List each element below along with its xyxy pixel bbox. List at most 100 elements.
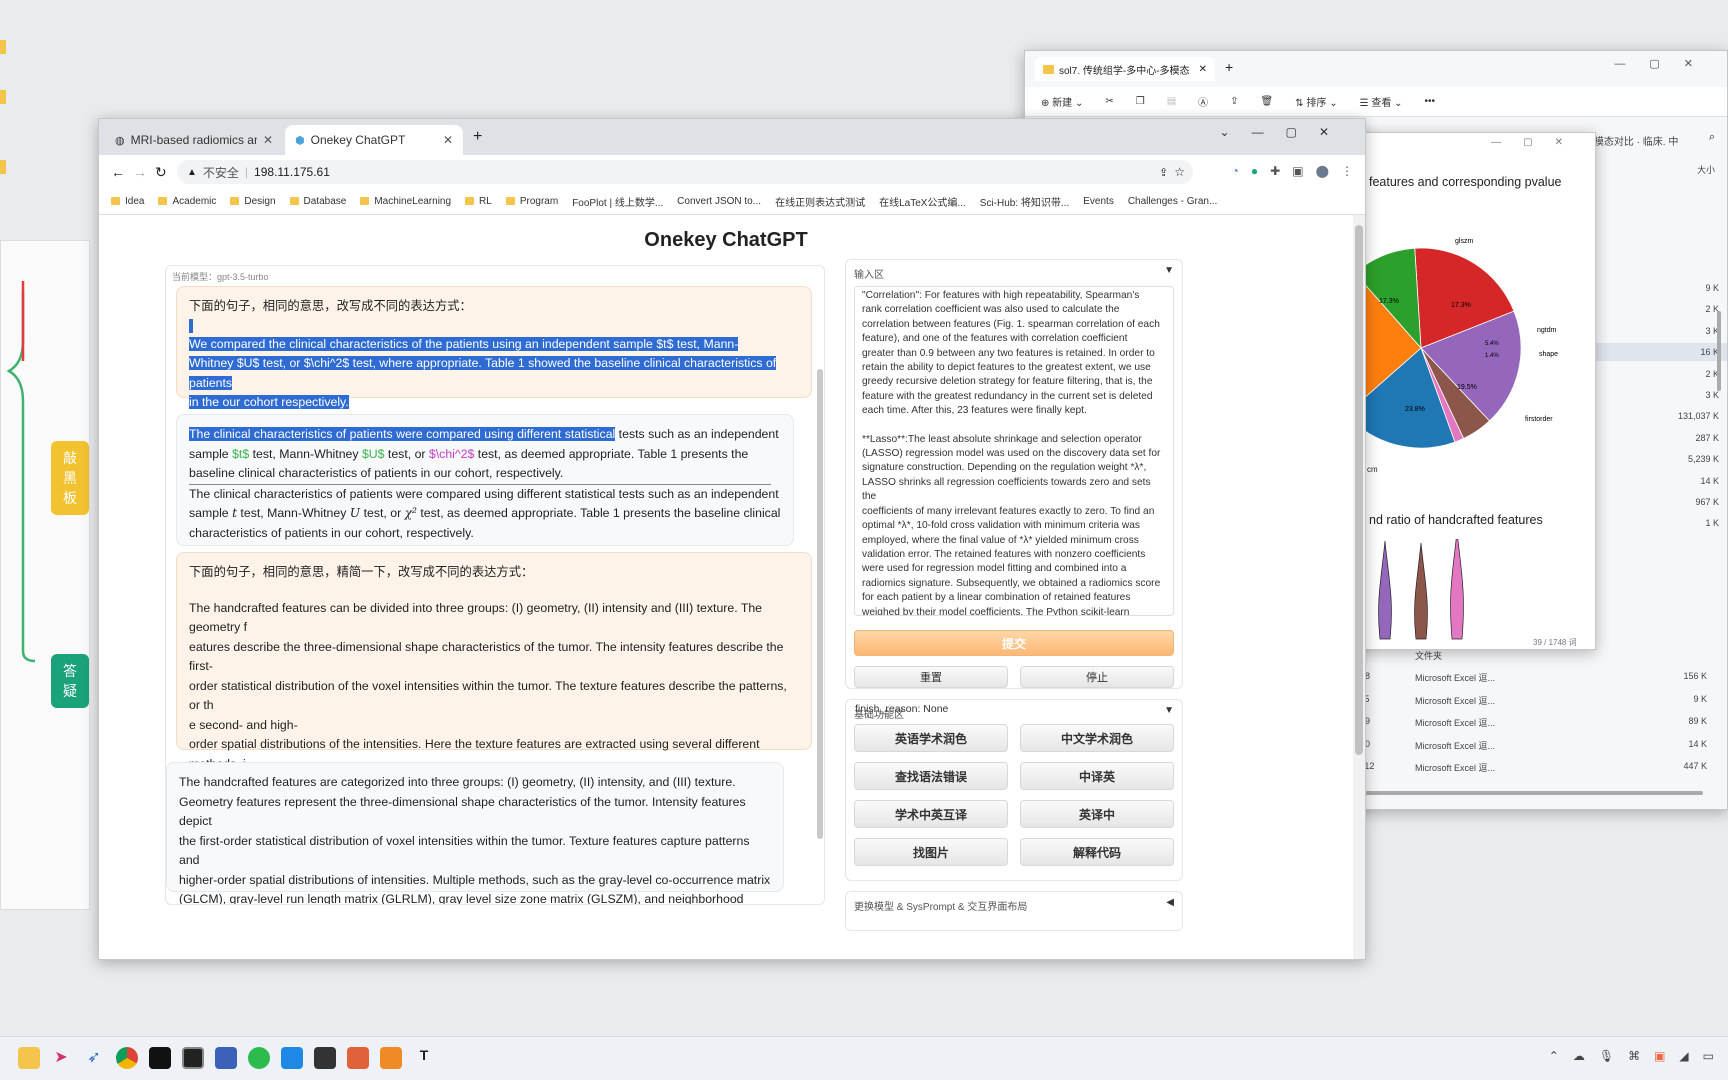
terminal-app-icon[interactable] <box>182 1047 204 1069</box>
text-line: employed, where the final value of *λ* y… <box>862 534 1139 546</box>
pointer-app-icon[interactable]: ➤ <box>50 1047 72 1069</box>
selected-text[interactable]: The clinical characteristics of patients… <box>189 427 616 441</box>
app-icon[interactable] <box>215 1047 237 1069</box>
menu-icon[interactable]: ⋮ <box>1341 164 1353 178</box>
sublime-icon[interactable] <box>380 1047 402 1069</box>
star-icon[interactable]: ☆ <box>1174 165 1185 179</box>
text-line: (GLCM), gray-level run length matrix (GL… <box>179 892 744 905</box>
bookmark-item[interactable]: FooPlot | 线上数学... <box>572 194 663 209</box>
bookmark-item[interactable]: Program <box>506 196 558 207</box>
app-icon[interactable] <box>281 1047 303 1069</box>
stop-button[interactable]: 停止 <box>1020 666 1174 688</box>
battery-icon[interactable]: ▭ <box>1703 1049 1714 1063</box>
vertical-scrollbar[interactable] <box>1717 311 1721 391</box>
url-field[interactable]: ▲ 不安全 | 198.11.175.61 ⇪ ☆ <box>177 160 1193 184</box>
extension-icon[interactable]: ◔ <box>1232 164 1239 178</box>
chat-scrollbar[interactable] <box>817 369 823 839</box>
function-button[interactable]: 学术中英互译 <box>854 800 1008 828</box>
function-button[interactable]: 英语学术润色 <box>854 724 1008 752</box>
function-button[interactable]: 中文学术润色 <box>1020 724 1174 752</box>
bookmark-item[interactable]: Convert JSON to... <box>677 196 761 207</box>
more-icon[interactable]: ••• <box>1425 96 1436 107</box>
cut-icon[interactable]: ✂ <box>1105 96 1113 107</box>
bookmark-item[interactable]: 在线LaTeX公式编... <box>879 194 966 209</box>
app-icon[interactable] <box>347 1047 369 1069</box>
reset-button[interactable]: 重置 <box>854 666 1008 688</box>
selected-text[interactable]: We compared the clinical characteristics… <box>189 336 739 351</box>
chip-qa[interactable]: 答疑 <box>51 654 89 708</box>
chip-knock-board[interactable]: 敲黑板 <box>51 441 89 515</box>
close-icon[interactable]: ✕ <box>263 133 273 147</box>
network-icon[interactable]: ⌘ <box>1628 1049 1640 1063</box>
browser-window: ◍ MRI-based radiomics analysis ✕ ⬢ Oneke… <box>98 118 1366 960</box>
new-tab-icon[interactable]: + <box>473 128 482 146</box>
function-button[interactable]: 英译中 <box>1020 800 1174 828</box>
page-scrollbar[interactable] <box>1353 215 1365 959</box>
function-button[interactable]: 找图片 <box>854 838 1008 866</box>
reload-icon[interactable]: ↻ <box>155 164 167 181</box>
submit-button[interactable]: 提交 <box>854 630 1174 656</box>
figure-title-1: features and corresponding pvalue <box>1369 175 1562 189</box>
bookmark-item[interactable]: Sci-Hub: 将知识带... <box>980 194 1069 209</box>
collapse-icon[interactable]: ▼ <box>1164 265 1174 276</box>
extension-icon[interactable]: ● <box>1251 164 1258 178</box>
text-line: feature with the greatest redundancy in … <box>862 390 1153 402</box>
paste-icon[interactable]: ▤ <box>1167 96 1176 107</box>
wechat-icon[interactable] <box>248 1047 270 1069</box>
size-column-header[interactable]: 大小 <box>1697 163 1715 176</box>
new-tab-icon[interactable]: + <box>1225 59 1233 75</box>
tab-mri-radiomics[interactable]: ◍ MRI-based radiomics analysis ✕ <box>105 125 283 155</box>
tray-app-icon[interactable]: ▣ <box>1654 1049 1665 1063</box>
bookmark-item[interactable]: Design <box>230 196 275 207</box>
bookmark-item[interactable]: Academic <box>158 196 216 207</box>
close-icon[interactable]: ✕ <box>443 133 453 147</box>
explorer-tab[interactable]: sol7. 传统组学-多中心-多模态 ✕ <box>1035 57 1215 81</box>
function-button[interactable]: 解释代码 <box>1020 838 1174 866</box>
tab-onekey-chatgpt[interactable]: ⬢ Onekey ChatGPT ✕ <box>285 125 463 155</box>
text-line: order statistical distribution of the vo… <box>189 678 787 713</box>
search-icon[interactable]: ⌕ <box>1709 131 1715 144</box>
pycharm-icon[interactable] <box>149 1047 171 1069</box>
share-icon[interactable]: ⇪ <box>1230 96 1238 107</box>
feather-app-icon[interactable]: ➶ <box>83 1047 105 1069</box>
selected-text[interactable]: Whitney $U$ test, or $\chi^2$ test, wher… <box>189 356 777 390</box>
copy-icon[interactable]: ❐ <box>1136 96 1145 107</box>
collapse-icon[interactable]: ▼ <box>1164 705 1174 716</box>
function-button[interactable]: 中译英 <box>1020 762 1174 790</box>
bookmark-item[interactable]: Events <box>1083 196 1114 207</box>
delete-icon[interactable]: 🗑 <box>1261 96 1274 107</box>
bookmark-item[interactable]: Idea <box>111 196 144 207</box>
selected-text[interactable]: in the our cohort respectively. <box>189 395 349 409</box>
text-line: The handcrafted features can be divided … <box>189 600 763 635</box>
file-explorer-icon[interactable] <box>18 1047 40 1069</box>
puzzle-icon[interactable]: ✚ <box>1270 164 1280 178</box>
microphone-icon[interactable]: 🎙 <box>1599 1049 1614 1063</box>
new-button[interactable]: ⊕ 新建 ⌄ <box>1041 94 1083 109</box>
folder-icon <box>1043 64 1054 74</box>
explorer-scrollbar[interactable] <box>1365 791 1703 795</box>
sort-button[interactable]: ⇅ 排序 ⌄ <box>1295 94 1337 109</box>
chrome-icon[interactable] <box>116 1047 138 1069</box>
sidebar-icon[interactable]: ▣ <box>1292 164 1303 178</box>
function-button[interactable]: 查找语法错误 <box>854 762 1008 790</box>
forward-icon[interactable]: → <box>133 164 147 180</box>
input-header: 输入区 <box>854 270 884 281</box>
bookmark-item[interactable]: Database <box>290 196 347 207</box>
typora-icon[interactable]: T <box>413 1047 435 1069</box>
bookmark-item[interactable]: MachineLearning <box>360 196 451 207</box>
rename-icon[interactable]: Ⓐ <box>1198 94 1208 109</box>
expand-icon[interactable]: ◀ <box>1166 897 1174 908</box>
bookmark-item[interactable]: Challenges - Gran... <box>1128 196 1218 207</box>
volume-icon[interactable]: ◢ <box>1679 1049 1688 1063</box>
terminal-icon[interactable] <box>314 1047 336 1069</box>
bookmark-item[interactable]: 在线正则表达式测试 <box>775 194 865 209</box>
share-icon[interactable]: ⇪ <box>1159 166 1168 179</box>
chevron-up-icon[interactable]: ⌃ <box>1549 1049 1559 1063</box>
back-icon[interactable]: ← <box>111 164 125 180</box>
bookmark-item[interactable]: RL <box>465 196 492 207</box>
cloud-icon[interactable]: ☁ <box>1573 1049 1585 1063</box>
close-icon[interactable]: ✕ <box>1199 64 1207 75</box>
view-button[interactable]: ☰ 查看 ⌄ <box>1360 94 1403 109</box>
input-textarea[interactable]: "Correlation": For features with high re… <box>854 286 1174 616</box>
avatar[interactable]: ⬤ <box>1316 164 1329 178</box>
